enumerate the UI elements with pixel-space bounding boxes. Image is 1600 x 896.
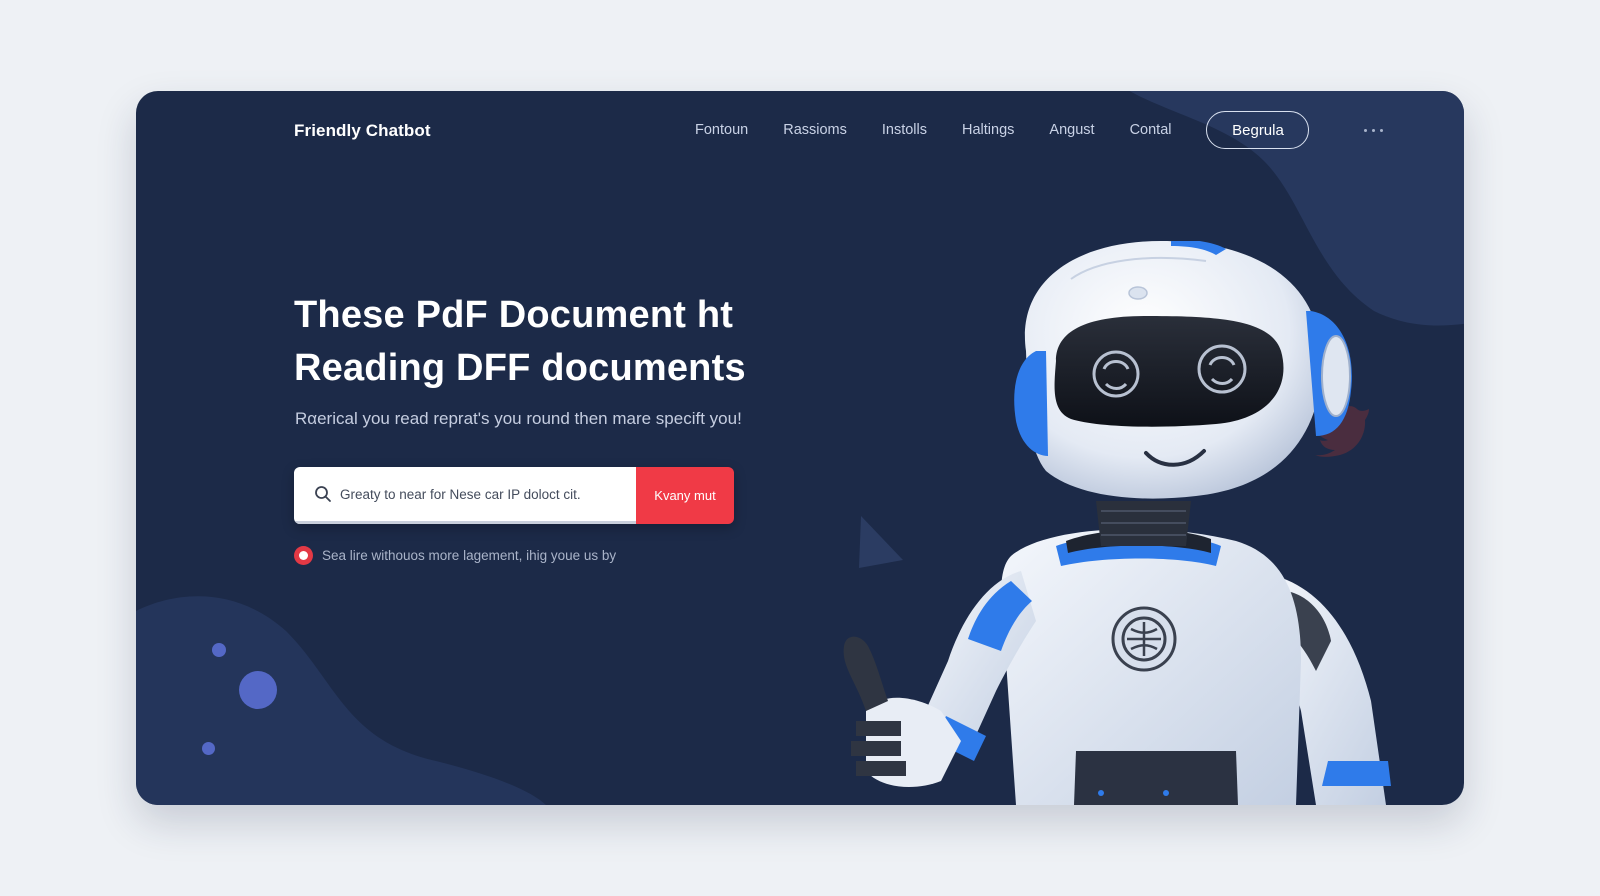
- decorative-dot: [212, 643, 226, 657]
- nav-link-fontoun[interactable]: Fontoun: [695, 122, 748, 138]
- decorative-dot: [202, 742, 215, 755]
- robot-illustration: [843, 241, 1391, 805]
- search-icon: [315, 486, 331, 502]
- consent-note-text: Sea lire withouos more lagement, ihig yo…: [322, 548, 617, 563]
- nav-link-angust[interactable]: Angust: [1049, 122, 1094, 138]
- nav-cta-button[interactable]: Begrula: [1206, 111, 1310, 149]
- nav-link-instolls[interactable]: Instolls: [882, 122, 927, 138]
- decorative-blob-bottom-left: [136, 596, 546, 805]
- decorative-dot: [239, 671, 277, 709]
- nav-link-haltings[interactable]: Haltings: [962, 122, 1014, 138]
- brand-logo-text[interactable]: Friendly Chatbot: [294, 121, 431, 141]
- headline-line-2: Reading DFF documents: [294, 347, 746, 389]
- nav-link-contal[interactable]: Contal: [1130, 122, 1172, 138]
- search-placeholder: Greaty to near for Nese car IP doloct ci…: [340, 486, 581, 502]
- hero-card: Friendly Chatbot Fontoun Rassioms Instol…: [136, 91, 1464, 805]
- search-input[interactable]: Greaty to near for Nese car IP doloct ci…: [294, 467, 636, 524]
- headline-line-1: These PdF Document ht: [294, 294, 734, 336]
- search-bar: Greaty to near for Nese car IP doloct ci…: [294, 467, 734, 524]
- radio-selected-icon[interactable]: [294, 546, 313, 565]
- nav-link-rassioms[interactable]: Rassioms: [783, 122, 847, 138]
- consent-note: Sea lire withouos more lagement, ihig yo…: [294, 546, 616, 565]
- hero-subtitle: Rαerical you read reprat's you round the…: [295, 409, 742, 428]
- more-dots-icon[interactable]: [1364, 129, 1383, 132]
- top-navigation: Fontoun Rassioms Instolls Haltings Angus…: [695, 111, 1310, 149]
